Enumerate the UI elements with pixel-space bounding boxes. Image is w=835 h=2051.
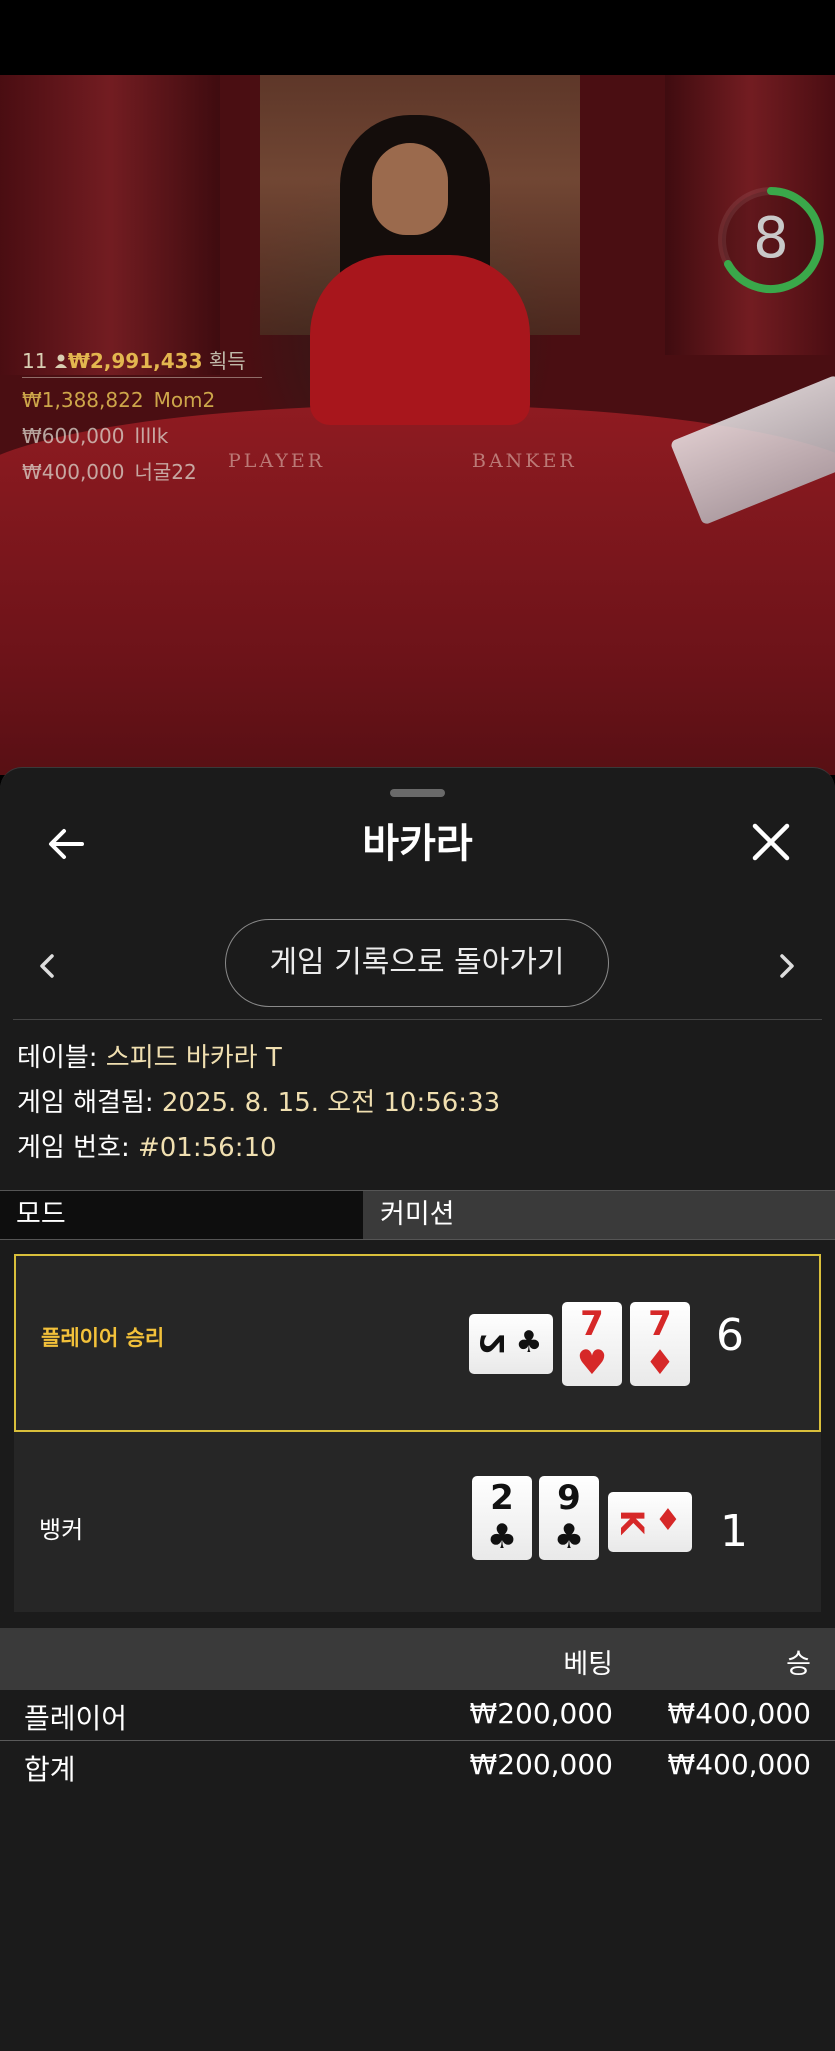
bet-name: 플레이어 [24, 1702, 128, 1735]
mode-cell: 모드 [0, 1191, 363, 1239]
countdown-timer: 8 [716, 185, 826, 295]
win-amount: ₩400,000 [667, 1697, 811, 1730]
win-column-header: 승 [786, 1649, 811, 1680]
card-rank: 2 [474, 1332, 512, 1356]
table-row-total: 합계 ₩200,000 ₩400,000 [0, 1741, 835, 1791]
winner-row: ₩1,388,822 Mom2 [22, 382, 262, 418]
winner-name: llllk [134, 424, 169, 448]
winner-amount: ₩400,000 [22, 460, 125, 484]
status-bar [0, 0, 835, 75]
playing-card: 9 ♣ [539, 1476, 599, 1560]
card-rank: 2 [490, 1478, 514, 1518]
card-rank: K [613, 1509, 651, 1535]
playing-card: 7 ♦ [630, 1302, 690, 1386]
banker-hand-row: 뱅커 2 ♣ 9 ♣ K ♦ 1 [14, 1432, 821, 1610]
timer-value: 8 [753, 206, 789, 271]
winner-name: Mom2 [153, 388, 216, 412]
commission-cell: 커미션 [380, 1199, 455, 1230]
card-suit: ♦ [644, 1343, 676, 1383]
resolved-info-label: 게임 해결됨: [17, 1088, 154, 1118]
winners-total: ₩2,991,433 [67, 349, 203, 373]
game-number-value: #01:56:10 [137, 1133, 277, 1163]
previous-game-chevron-icon[interactable] [34, 948, 62, 984]
card-suit: ♣ [486, 1517, 518, 1557]
card-suit: ♦ [654, 1503, 682, 1538]
live-video: PLAYER BANKER 11 ₩2,991,433 획득 ₩1,388,82… [0, 75, 835, 775]
close-icon[interactable] [747, 818, 795, 866]
player-hand-row: 플레이어 승리 2 ♣ 7 ♥ 7 ♦ 6 [14, 1254, 821, 1432]
winner-row: ₩600,000 llllk [22, 418, 262, 454]
person-icon [54, 346, 68, 368]
playing-card: 2 ♣ [472, 1476, 532, 1560]
table-info-value: 스피드 바카라 T [105, 1043, 282, 1073]
banker-score: 1 [720, 1506, 748, 1557]
player-score: 6 [716, 1310, 744, 1361]
total-win: ₩400,000 [667, 1748, 811, 1781]
winners-divider [22, 377, 262, 378]
winners-header: 11 ₩2,991,433 획득 [22, 345, 262, 377]
card-suit: ♣ [553, 1517, 585, 1557]
winner-amount: ₩600,000 [22, 424, 125, 448]
next-game-chevron-icon[interactable] [772, 948, 800, 984]
table-info-label: 테이블: [17, 1043, 98, 1073]
card-suit: ♥ [576, 1343, 608, 1383]
winners-count: 11 [22, 349, 48, 373]
divider [13, 1019, 822, 1020]
resolved-info-value: 2025. 8. 15. 오전 10:56:33 [161, 1088, 501, 1118]
total-label: 합계 [24, 1753, 76, 1786]
return-to-history-button[interactable]: 게임 기록으로 돌아가기 [225, 919, 609, 1007]
dealer-face [372, 143, 448, 235]
page-title: 바카라 [362, 821, 473, 867]
winner-amount: ₩1,388,822 [22, 388, 144, 412]
resolved-info: 게임 해결됨: 2025. 8. 15. 오전 10:56:33 [17, 1085, 500, 1121]
winner-row: ₩400,000 너굴22 [22, 454, 262, 490]
bet-amount: ₩200,000 [469, 1697, 613, 1730]
winner-name: 너굴22 [134, 460, 197, 484]
drag-handle[interactable] [390, 789, 445, 797]
winners-suffix: 획득 [208, 349, 246, 373]
playing-card: K ♦ [608, 1492, 692, 1552]
card-rank: 7 [580, 1304, 604, 1344]
game-history-sheet: 바카라 게임 기록으로 돌아가기 테이블: 스피드 바카라 T 게임 해결됨: … [0, 767, 835, 2051]
mode-bar: 모드 커미션 [0, 1190, 835, 1240]
card-rank: 7 [648, 1304, 672, 1344]
hand-results: 플레이어 승리 2 ♣ 7 ♥ 7 ♦ 6 뱅커 2 ♣ 9 ♣ K ♦ 1 [14, 1254, 821, 1612]
background-curtain-left [0, 75, 220, 375]
game-number-info: 게임 번호: #01:56:10 [17, 1130, 277, 1166]
game-number-label: 게임 번호: [17, 1133, 130, 1163]
table-label-banker: BANKER [472, 450, 577, 472]
playing-card: 2 ♣ [469, 1314, 553, 1374]
banker-result-label: 뱅커 [39, 1516, 84, 1544]
total-bet: ₩200,000 [469, 1748, 613, 1781]
dealer [300, 105, 540, 425]
bets-table-header: 베팅 승 [0, 1628, 835, 1690]
card-suit: ♣ [515, 1325, 543, 1360]
table-info: 테이블: 스피드 바카라 T [17, 1040, 282, 1076]
bet-column-header: 베팅 [563, 1649, 613, 1680]
playing-card: 7 ♥ [562, 1302, 622, 1386]
player-result-label: 플레이어 승리 [41, 1326, 165, 1350]
dealer-dress [310, 255, 530, 425]
winners-list: 11 ₩2,991,433 획득 ₩1,388,822 Mom2 ₩600,000… [22, 345, 262, 490]
card-rank: 9 [557, 1478, 581, 1518]
table-row: 플레이어 ₩200,000 ₩400,000 [0, 1690, 835, 1741]
